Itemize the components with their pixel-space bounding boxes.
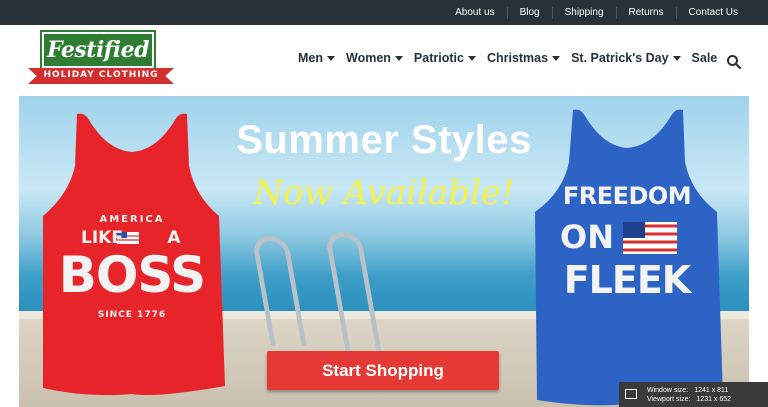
nav-item-men[interactable]: Men bbox=[298, 51, 335, 65]
tank-text-a: A bbox=[167, 228, 181, 248]
blue-tank-top-image: FREEDOM ON FLEEK bbox=[529, 106, 725, 406]
chevron-down-icon bbox=[467, 55, 476, 61]
nav-item-women[interactable]: Women bbox=[346, 51, 403, 65]
top-links: About us Blog Shipping Returns Contact U… bbox=[443, 0, 750, 25]
logo-tagline: HOLIDAY CLOTHING bbox=[43, 70, 159, 80]
window-size-overlay: Window size: 1241 x 811 Viewport size: 1… bbox=[619, 382, 768, 407]
nav-item-patriotic[interactable]: Patriotic bbox=[414, 51, 476, 65]
start-shopping-button[interactable]: Start Shopping bbox=[267, 351, 499, 390]
nav-label: Men bbox=[298, 51, 323, 65]
tank-text-fleek: FLEEK bbox=[563, 258, 692, 302]
top-link-contact-us[interactable]: Contact Us bbox=[675, 6, 750, 19]
window-size-row: Window size: 1241 x 811 bbox=[647, 387, 728, 394]
site-header: Festified HOLIDAY CLOTHING Men Women Pat… bbox=[0, 25, 768, 96]
window-icon bbox=[625, 389, 637, 399]
nav-label: Sale bbox=[691, 51, 718, 65]
hero-banner[interactable]: Summer Styles Now Available! AMERICA LIK… bbox=[19, 96, 749, 407]
viewport-size-row: Viewport size: 1231 x 652 bbox=[647, 396, 731, 403]
window-size-value: 1241 x 811 bbox=[694, 387, 729, 394]
main-nav: Men Women Patriotic Christmas St. Patric… bbox=[298, 51, 728, 65]
tank-text-on: ON bbox=[560, 218, 614, 256]
logo-ribbon: HOLIDAY CLOTHING bbox=[28, 68, 174, 84]
nav-item-christmas[interactable]: Christmas bbox=[486, 51, 561, 65]
chevron-down-icon bbox=[552, 55, 561, 61]
tank-text-america: AMERICA bbox=[99, 214, 165, 225]
logo-wordmark: Festified bbox=[46, 37, 150, 63]
logo-badge: Festified bbox=[40, 30, 156, 70]
chevron-down-icon bbox=[672, 55, 681, 61]
chevron-down-icon bbox=[394, 55, 403, 61]
chevron-down-icon bbox=[327, 55, 335, 61]
top-link-shipping[interactable]: Shipping bbox=[551, 6, 616, 19]
tank-text-boss: BOSS bbox=[58, 246, 206, 304]
red-tank-top-image: AMERICA LIKE A BOSS SINCE 1776 bbox=[37, 106, 227, 396]
window-size-label: Window size: bbox=[647, 387, 689, 394]
nav-label: Women bbox=[346, 51, 391, 65]
nav-label: Christmas bbox=[486, 51, 549, 65]
nav-item-st-patricks-day[interactable]: St. Patrick's Day bbox=[571, 51, 681, 65]
nav-item-sale[interactable]: Sale bbox=[692, 51, 718, 65]
viewport-size-value: 1231 x 652 bbox=[696, 396, 732, 403]
nav-label: St. Patrick's Day bbox=[571, 51, 669, 65]
top-utility-bar: About us Blog Shipping Returns Contact U… bbox=[0, 0, 768, 25]
top-link-returns[interactable]: Returns bbox=[615, 6, 676, 19]
viewport-size-label: Viewport size: bbox=[647, 396, 691, 403]
tank-text-freedom: FREEDOM bbox=[562, 182, 692, 210]
top-link-blog[interactable]: Blog bbox=[506, 6, 552, 19]
top-link-about-us[interactable]: About us bbox=[443, 7, 506, 19]
site-logo[interactable]: Festified HOLIDAY CLOTHING bbox=[28, 30, 174, 90]
tank-text-since: SINCE 1776 bbox=[97, 310, 167, 320]
search-icon[interactable] bbox=[726, 54, 742, 70]
nav-label: Patriotic bbox=[413, 51, 464, 65]
